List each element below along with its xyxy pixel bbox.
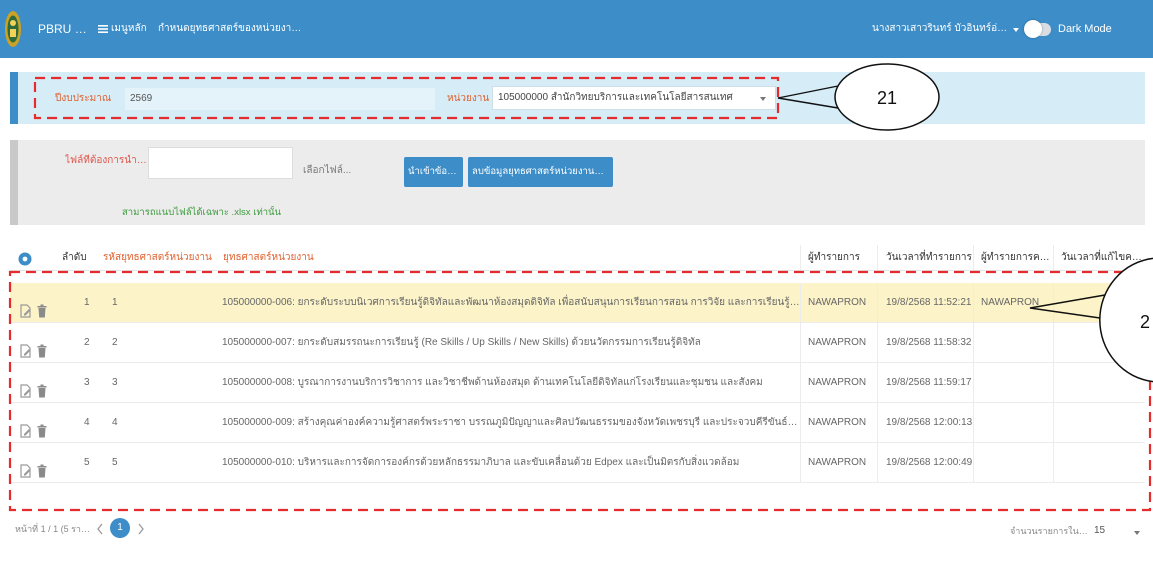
row-seq: 5: [84, 457, 90, 468]
trash-icon[interactable]: [37, 416, 47, 442]
trash-icon[interactable]: [37, 376, 47, 402]
chevron-left-icon[interactable]: [96, 523, 104, 535]
import-file-label: ไฟล์ที่ต้องการนำเข้า: [65, 155, 147, 166]
edit-icon[interactable]: [20, 336, 32, 362]
chevron-down-icon[interactable]: [1013, 28, 1019, 32]
main-menu-link[interactable]: เมนูหลัก: [111, 21, 153, 37]
row-strategy-name: 105000000-010: บริหารและการจัดการองค์กรด…: [222, 457, 740, 468]
unit-label: หน่วยงาน: [447, 93, 490, 104]
table-row[interactable]: 3 3 105000000-008: บูรณาการงานบริการวิชา…: [10, 363, 1145, 403]
row-strategy-name: 105000000-008: บูรณาการงานบริการวิชาการ …: [222, 377, 763, 388]
row-strategy-name: 105000000-007: ยกระดับสมรรถนะการเรียนรู้…: [222, 337, 701, 348]
row-created-by: NAWAPRON: [800, 403, 877, 442]
row-seq: 2: [84, 337, 90, 348]
table-row[interactable]: 1 1 105000000-006: ยกระดับระบบนิเวศการเร…: [10, 283, 1145, 323]
app-page: PBRU MIS เมนูหลัก กำหนดยุทธศาสตร์ของหน่ว…: [0, 0, 1153, 561]
top-navbar: PBRU MIS เมนูหลัก กำหนดยุทธศาสตร์ของหน่ว…: [0, 0, 1153, 58]
hamburger-icon[interactable]: [98, 24, 108, 34]
edit-icon[interactable]: [20, 456, 32, 482]
dark-mode-toggle-knob[interactable]: [1024, 20, 1042, 38]
row-seq: 4: [84, 417, 90, 428]
university-logo[interactable]: [4, 9, 22, 49]
row-seq: 3: [84, 377, 90, 388]
row-updated-at: [1053, 323, 1145, 362]
fiscal-year-field[interactable]: 2569: [125, 88, 435, 110]
trash-icon[interactable]: [37, 456, 47, 482]
table-header-settings: [10, 245, 55, 270]
row-code: 2: [112, 337, 118, 348]
table-row[interactable]: 4 4 105000000-009: สร้างคุณค่าองค์ความรู…: [10, 403, 1145, 443]
import-data-button[interactable]: นำเข้าข้อมูล: [404, 157, 463, 187]
dark-mode-label: Dark Mode: [1058, 23, 1112, 35]
row-actions: [10, 403, 55, 442]
row-actions: [10, 443, 55, 482]
file-type-hint: สามารถแนบไฟล์ได้เฉพาะ .xlsx เท่านั้น: [122, 207, 282, 218]
browse-file-button[interactable]: เลือกไฟล์...: [303, 164, 363, 178]
column-header-seq[interactable]: ลำดับ: [55, 245, 100, 270]
import-panel: ไฟล์ที่ต้องการนำเข้า เลือกไฟล์... นำเข้า…: [10, 140, 1145, 225]
page-title: กำหนดยุทธศาสตร์ของหน่วยงานประจำปี: [158, 23, 303, 34]
row-created-by: NAWAPRON: [800, 283, 877, 322]
table-row[interactable]: 2 2 105000000-007: ยกระดับสมรรถนะการเรีย…: [10, 323, 1145, 363]
pagination-summary: หน้าที่ 1 / 1 (5 รายการ): [15, 524, 95, 534]
row-created-at: 19/8/2568 11:59:17: [877, 363, 973, 402]
filter-panel: ปีงบประมาณ 2569 หน่วยงาน 105000000 สำนัก…: [10, 72, 1145, 124]
row-updated-by: [973, 363, 1053, 402]
column-header-updated-by[interactable]: ผู้ทำรายการครั้ง...: [973, 245, 1053, 270]
row-created-at: 19/8/2568 11:58:32: [877, 323, 973, 362]
fiscal-year-label: ปีงบประมาณ: [55, 93, 112, 104]
row-updated-by: [973, 443, 1053, 482]
row-created-by: NAWAPRON: [800, 323, 877, 362]
row-updated-at: [1053, 283, 1145, 322]
row-updated-by: NAWAPRON: [973, 283, 1053, 322]
column-header-created-by[interactable]: ผู้ทำรายการ: [800, 245, 877, 270]
row-updated-by: [973, 323, 1053, 362]
column-header-created-at[interactable]: วันเวลาที่ทำรายการ: [877, 245, 973, 270]
row-actions: [10, 283, 55, 322]
chevron-down-icon[interactable]: [760, 97, 766, 101]
column-header-code[interactable]: รหัสยุทธศาสตร์หน่วยงาน: [100, 245, 218, 270]
app-name[interactable]: PBRU MIS: [38, 21, 94, 37]
table-row[interactable]: 5 5 105000000-010: บริหารและการจัดการองค…: [10, 443, 1145, 483]
row-updated-at: [1053, 443, 1145, 482]
edit-icon[interactable]: [20, 416, 32, 442]
page-button-current[interactable]: 1: [110, 518, 130, 538]
unit-select-value: 105000000 สำนักวิทยบริการและเทคโนโลยีสาร…: [498, 92, 733, 103]
column-header-name[interactable]: ยุทธศาสตร์หน่วยงาน: [218, 245, 800, 270]
row-created-at: 19/8/2568 11:52:21: [877, 283, 973, 322]
settings-icon[interactable]: [18, 251, 32, 266]
unit-select[interactable]: 105000000 สำนักวิทยบริการและเทคโนโลยีสาร…: [492, 86, 776, 110]
row-updated-at: [1053, 363, 1145, 402]
trash-icon[interactable]: [37, 296, 47, 322]
strategy-table: ลำดับ รหัสยุทธศาสตร์หน่วยงาน ยุทธศาสตร์ห…: [10, 245, 1145, 485]
table-header: ลำดับ รหัสยุทธศาสตร์หน่วยงาน ยุทธศาสตร์ห…: [10, 245, 1145, 271]
page-size-label: จำนวนรายการในหน้า: [1010, 526, 1090, 536]
import-file-input[interactable]: [148, 147, 293, 179]
row-created-at: 19/8/2568 12:00:13: [877, 403, 973, 442]
edit-icon[interactable]: [20, 376, 32, 402]
row-actions: [10, 323, 55, 362]
row-code: 4: [112, 417, 118, 428]
row-strategy-name: 105000000-006: ยกระดับระบบนิเวศการเรียนร…: [222, 297, 800, 308]
chevron-down-icon[interactable]: [1134, 531, 1140, 535]
chevron-right-icon[interactable]: [137, 523, 145, 535]
column-header-updated-at[interactable]: วันเวลาที่แก้ไขครั้งสุด...: [1053, 245, 1145, 270]
row-seq: 1: [84, 297, 90, 308]
user-menu[interactable]: นางสาวเสาวรินทร์ บัวอินทร์อ่อน - NAWAPRO…: [872, 21, 1012, 37]
row-updated-by: [973, 403, 1053, 442]
row-created-at: 19/8/2568 12:00:49: [877, 443, 973, 482]
row-updated-at: [1053, 403, 1145, 442]
page-size-select[interactable]: 15: [1094, 524, 1110, 538]
edit-icon[interactable]: [20, 296, 32, 322]
delete-strategy-button[interactable]: ลบข้อมูลยุทธศาสตร์หน่วยงานประจำปี: [468, 157, 613, 187]
row-actions: [10, 363, 55, 402]
row-created-by: NAWAPRON: [800, 363, 877, 402]
row-strategy-name: 105000000-009: สร้างคุณค่าองค์ความรู้ศาส…: [222, 417, 800, 428]
row-code: 3: [112, 377, 118, 388]
trash-icon[interactable]: [37, 336, 47, 362]
row-created-by: NAWAPRON: [800, 443, 877, 482]
row-code: 5: [112, 457, 118, 468]
row-code: 1: [112, 297, 118, 308]
